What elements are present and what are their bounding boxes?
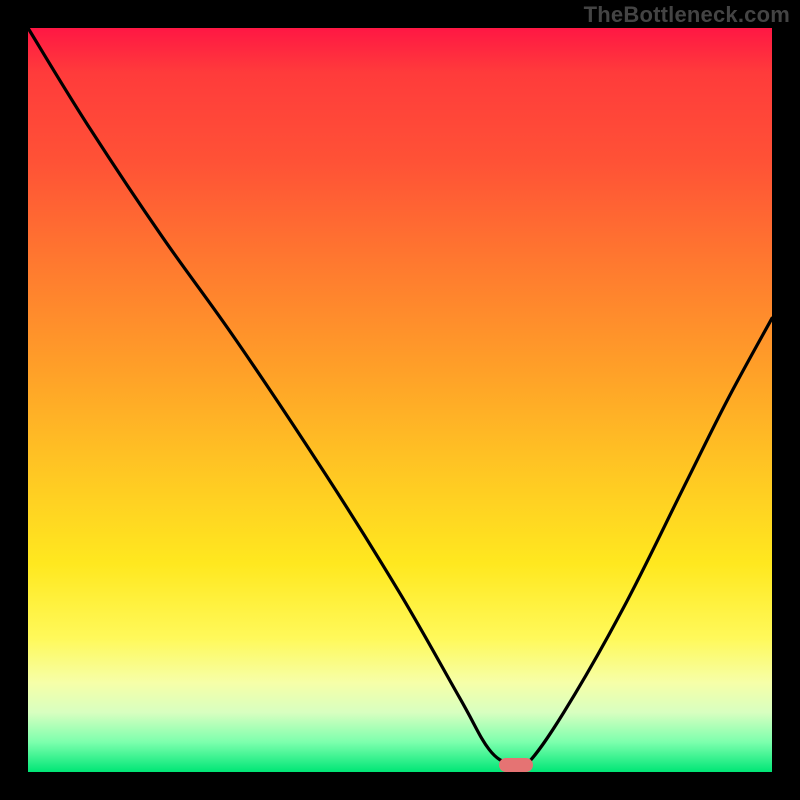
watermark-text: TheBottleneck.com [584, 2, 790, 28]
bottleneck-curve [28, 28, 772, 772]
minimum-marker [499, 758, 533, 772]
plot-area [28, 28, 772, 772]
chart-frame: TheBottleneck.com [0, 0, 800, 800]
